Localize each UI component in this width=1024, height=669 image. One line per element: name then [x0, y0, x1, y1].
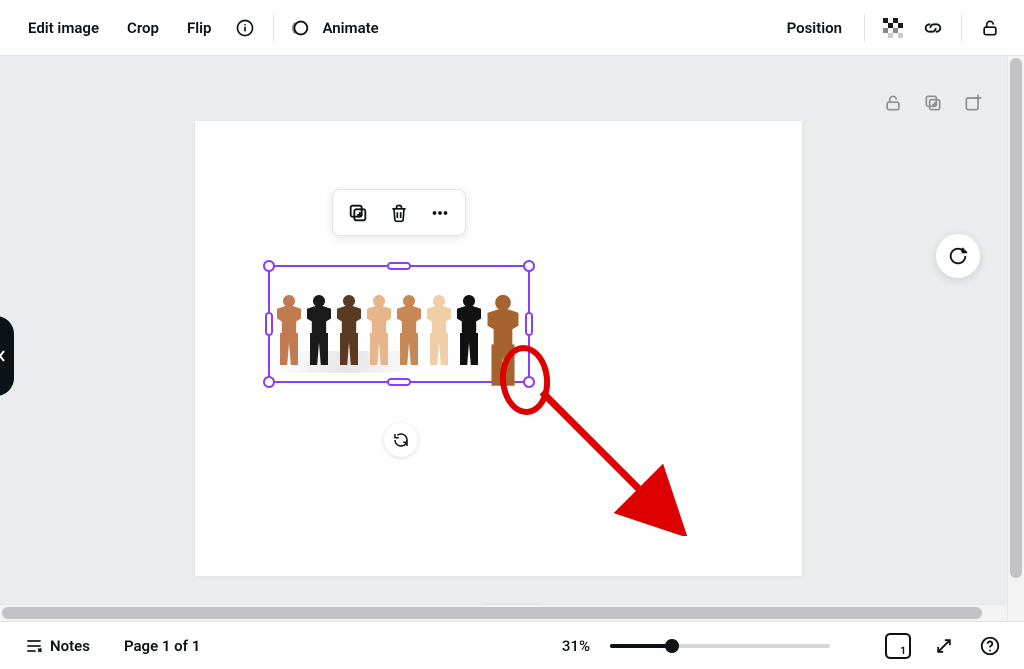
vertical-scrollbar[interactable]: [1007, 56, 1024, 621]
side-panel-expand-tab[interactable]: [0, 316, 14, 396]
resize-handle-top[interactable]: [387, 262, 411, 270]
animate-icon: [284, 10, 314, 46]
bottom-bar: Notes Page 1 of 1 31% 1: [0, 621, 1024, 669]
resize-handle-top-left[interactable]: [263, 260, 275, 272]
selected-image[interactable]: [274, 273, 524, 365]
figure: [274, 295, 304, 365]
zoom-percentage[interactable]: 31%: [562, 637, 590, 655]
page-indicator[interactable]: Page 1 of 1: [124, 637, 200, 655]
resize-handle-top-right[interactable]: [523, 260, 535, 272]
figure: [454, 295, 484, 365]
toolbar-separator: [864, 14, 865, 42]
figure: [364, 295, 394, 365]
page-lock-icon[interactable]: [882, 92, 904, 114]
resize-handle-bottom[interactable]: [387, 378, 411, 386]
add-page-icon[interactable]: [962, 92, 984, 114]
rotate-handle[interactable]: [384, 423, 418, 457]
more-icon[interactable]: [422, 195, 458, 231]
crop-button[interactable]: Crop: [115, 11, 171, 45]
figure: [424, 295, 454, 365]
page-count-badge: 1: [885, 633, 911, 659]
help-button[interactable]: [972, 628, 1008, 664]
notes-label: Notes: [50, 637, 90, 655]
info-icon[interactable]: [227, 10, 263, 46]
notes-button[interactable]: Notes: [16, 628, 98, 664]
edit-image-button[interactable]: Edit image: [16, 11, 111, 45]
canvas-workspace[interactable]: [0, 56, 1024, 621]
pages-view-button[interactable]: 1: [880, 628, 916, 664]
top-toolbar: Edit image Crop Flip Animate Position: [0, 0, 1024, 56]
zoom-slider[interactable]: [610, 644, 830, 648]
selection-box[interactable]: [268, 265, 530, 383]
link-icon[interactable]: [915, 10, 951, 46]
comment-button[interactable]: [936, 234, 980, 278]
position-button[interactable]: Position: [775, 11, 854, 45]
resize-handle-right[interactable]: [525, 312, 533, 336]
duplicate-page-icon[interactable]: [922, 92, 944, 114]
notes-icon: [24, 636, 44, 656]
figure: [394, 295, 424, 365]
figure: [334, 295, 364, 365]
transparency-icon[interactable]: [875, 10, 911, 46]
animate-button[interactable]: Animate: [318, 11, 390, 45]
figure: [304, 295, 334, 365]
resize-handle-left[interactable]: [265, 312, 273, 336]
toolbar-separator: [273, 14, 274, 42]
duplicate-icon[interactable]: [340, 195, 376, 231]
toolbar-separator: [961, 14, 962, 42]
horizontal-scrollbar[interactable]: [0, 604, 1007, 621]
lock-icon[interactable]: [972, 10, 1008, 46]
delete-icon[interactable]: [381, 195, 417, 231]
flip-button[interactable]: Flip: [175, 11, 223, 45]
selection-context-toolbar: [332, 189, 466, 236]
fullscreen-button[interactable]: [926, 628, 962, 664]
page-controls: [882, 92, 984, 114]
resize-handle-bottom-left[interactable]: [263, 376, 275, 388]
